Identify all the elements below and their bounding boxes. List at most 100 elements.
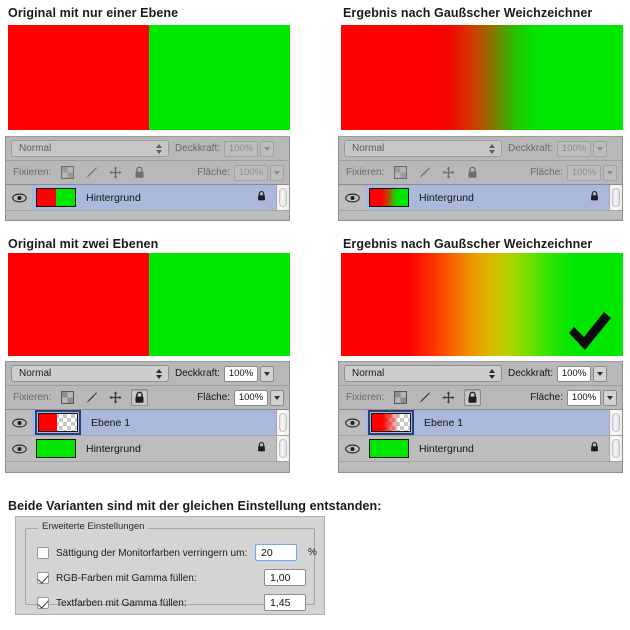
blend-mode-select-top-left[interactable]: Normal	[11, 140, 169, 157]
fill-input[interactable]: 100%	[234, 164, 268, 181]
section-title-top-left: Original mit nur einer Ebene	[8, 6, 179, 20]
move-icon[interactable]	[107, 164, 124, 181]
image-result-single-layer-blur	[341, 25, 623, 130]
brush-icon[interactable]	[83, 389, 100, 406]
chevron-down-icon[interactable]	[593, 365, 608, 382]
scrollbar-thumb[interactable]	[279, 413, 287, 432]
transparency-checker-icon[interactable]	[392, 164, 409, 181]
saturation-input[interactable]: 20	[255, 544, 297, 561]
lock-row: Fixieren: Fläche: 100%	[339, 386, 622, 410]
table-row[interactable]: Hintergrund	[6, 185, 289, 211]
scrollbar[interactable]	[609, 185, 622, 210]
blend-mode-value: Normal	[19, 143, 52, 154]
fill-label: Fläche:	[197, 392, 230, 403]
opacity-input[interactable]: 100%	[224, 140, 259, 157]
layer-name: Ebene 1	[91, 416, 131, 429]
move-icon[interactable]	[107, 389, 124, 406]
blend-mode-value: Normal	[352, 368, 385, 379]
scrollbar-thumb[interactable]	[612, 188, 620, 207]
lock-label: Fixieren:	[346, 167, 385, 178]
transparency-checker-icon[interactable]	[59, 389, 76, 406]
text-gamma-label: Textfarben mit Gamma füllen:	[56, 597, 187, 609]
layers-panel-top-right: Normal Deckkraft: 100% Fixieren: Fläche:…	[338, 136, 623, 221]
opacity-input[interactable]: 100%	[224, 365, 259, 382]
text-gamma-input[interactable]: 1,45	[264, 594, 306, 611]
layer-thumbnail[interactable]	[369, 439, 409, 458]
chevron-down-icon[interactable]	[270, 164, 284, 181]
section-title-top-right: Ergebnis nach Gaußscher Weichzeichner	[343, 6, 593, 20]
scrollbar[interactable]	[276, 410, 289, 435]
scrollbar[interactable]	[609, 436, 622, 461]
fill-input[interactable]: 100%	[567, 164, 601, 181]
table-row[interactable]: Ebene 1	[339, 410, 622, 436]
chevron-down-icon[interactable]	[260, 365, 275, 382]
opacity-input[interactable]: 100%	[557, 365, 592, 382]
lock-row: Fixieren: Fläche: 100%	[6, 161, 289, 185]
table-row[interactable]: Hintergrund	[339, 436, 622, 462]
blend-row: Normal Deckkraft: 100%	[6, 362, 289, 386]
eye-icon[interactable]	[339, 185, 365, 210]
opacity-input[interactable]: 100%	[557, 140, 592, 157]
eye-icon[interactable]	[339, 410, 365, 435]
table-row[interactable]: Hintergrund	[6, 436, 289, 462]
chevron-down-icon[interactable]	[603, 164, 617, 181]
fill-input[interactable]: 100%	[234, 389, 268, 406]
chevron-down-icon[interactable]	[593, 140, 608, 157]
lock-toolbar	[59, 389, 149, 406]
screenshot-root: Original mit nur einer Ebene Normal Deck…	[0, 0, 630, 630]
image-result-two-layers-blur	[341, 253, 623, 356]
saturation-label: Sättigung der Monitorfarben verringern u…	[56, 547, 248, 559]
eye-icon[interactable]	[6, 410, 32, 435]
blend-mode-select-top-right[interactable]: Normal	[344, 140, 502, 157]
lock-toolbar	[392, 164, 481, 181]
section-title-bottom-right: Ergebnis nach Gaußscher Weichzeichner	[343, 237, 593, 251]
scrollbar[interactable]	[276, 436, 289, 461]
layer-thumbnail[interactable]	[36, 439, 76, 458]
scrollbar-thumb[interactable]	[612, 413, 620, 432]
eye-icon[interactable]	[339, 436, 365, 461]
blend-mode-select-bottom-left[interactable]: Normal	[11, 365, 169, 382]
advanced-settings-box: Erweiterte Einstellungen Sättigung der M…	[15, 516, 325, 615]
chevron-down-icon[interactable]	[603, 389, 617, 406]
scrollbar[interactable]	[276, 185, 289, 210]
lock-icon[interactable]	[131, 389, 149, 406]
lock-icon[interactable]	[464, 389, 482, 406]
scrollbar-thumb[interactable]	[279, 188, 287, 207]
opacity-label: Deckkraft:	[175, 368, 221, 379]
brush-icon[interactable]	[416, 389, 433, 406]
fill-input[interactable]: 100%	[567, 389, 601, 406]
transparency-checker-icon[interactable]	[392, 389, 409, 406]
text-gamma-checkbox[interactable]	[37, 597, 49, 609]
chevron-down-icon[interactable]	[270, 389, 284, 406]
blend-mode-select-bottom-right[interactable]: Normal	[344, 365, 502, 382]
rgb-gamma-label: RGB-Farben mit Gamma füllen:	[56, 572, 197, 584]
eye-icon[interactable]	[6, 185, 32, 210]
eye-icon[interactable]	[6, 436, 32, 461]
rgb-gamma-input[interactable]: 1,00	[264, 569, 306, 586]
layer-name: Hintergrund	[419, 191, 474, 204]
layer-thumbnail[interactable]	[35, 410, 81, 435]
brush-icon[interactable]	[416, 164, 433, 181]
scrollbar-thumb[interactable]	[279, 439, 287, 458]
blend-row: Normal Deckkraft: 100%	[339, 362, 622, 386]
table-row[interactable]: Ebene 1	[6, 410, 289, 436]
lock-icon[interactable]	[464, 164, 481, 181]
scrollbar-thumb[interactable]	[612, 439, 620, 458]
layer-thumbnail[interactable]	[36, 188, 76, 207]
table-row[interactable]: Hintergrund	[339, 185, 622, 211]
scrollbar[interactable]	[609, 410, 622, 435]
move-icon[interactable]	[440, 389, 457, 406]
lock-icon[interactable]	[131, 164, 148, 181]
layer-thumbnail[interactable]	[368, 410, 414, 435]
percent-label: %	[308, 547, 317, 558]
brush-icon[interactable]	[83, 164, 100, 181]
layer-thumbnail[interactable]	[369, 188, 409, 207]
layer-name: Ebene 1	[424, 416, 464, 429]
move-icon[interactable]	[440, 164, 457, 181]
blend-mode-value: Normal	[352, 143, 385, 154]
stepper-icon	[487, 142, 496, 155]
chevron-down-icon[interactable]	[260, 140, 275, 157]
rgb-gamma-checkbox[interactable]	[37, 572, 49, 584]
transparency-checker-icon[interactable]	[59, 164, 76, 181]
saturation-checkbox[interactable]	[37, 547, 49, 559]
